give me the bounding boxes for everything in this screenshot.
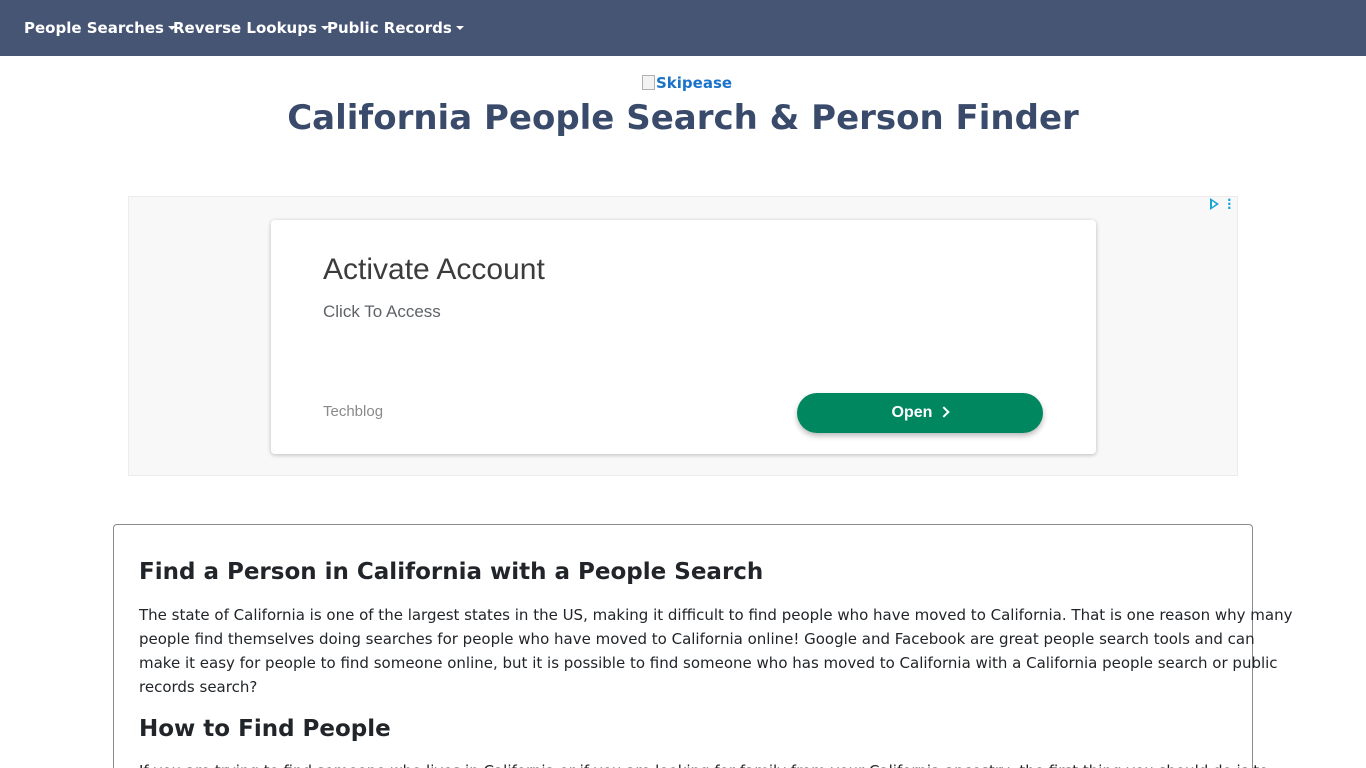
site-logo-link[interactable]: Skipease: [642, 74, 732, 96]
chevron-right-icon: [938, 406, 951, 418]
nav-people-searches[interactable]: People Searches: [24, 0, 176, 56]
paragraph-line: The state of California is one of the la…: [139, 606, 1293, 624]
broken-image-icon: [642, 75, 655, 90]
paragraph-line: records search?: [139, 678, 258, 696]
section-paragraph-find-person: The state of California is one of the la…: [139, 603, 1293, 699]
nav-public-records[interactable]: Public Records: [327, 0, 464, 56]
more-options-icon[interactable]: · · ·: [1227, 194, 1232, 214]
ad-banner: · · · Activate Account Click To Access Tec…: [128, 194, 1238, 476]
nav-people-searches-label: People Searches: [24, 19, 164, 37]
paragraph-line: people find themselves doing searches fo…: [139, 630, 1255, 648]
adchoices-play-icon[interactable]: [1210, 198, 1219, 210]
page-title: California People Search & Person Finder: [287, 98, 1079, 138]
caret-down-icon: [455, 25, 464, 30]
ad-open-button[interactable]: Open: [797, 393, 1043, 433]
nav-reverse-lookups-label: Reverse Lookups: [173, 19, 317, 37]
nav-public-records-label: Public Records: [327, 19, 452, 37]
ad-headline[interactable]: Activate Account: [323, 253, 545, 287]
ad-card[interactable]: Activate Account Click To Access Techblo…: [271, 220, 1096, 454]
paragraph-line: If you are trying to find someone who li…: [139, 759, 1268, 768]
ad-open-label: Open: [891, 404, 933, 421]
ad-description: Click To Access: [323, 302, 441, 321]
logo-alt-text: Skipease: [656, 74, 733, 92]
section-heading-find-person: Find a Person in California with a Peopl…: [139, 559, 764, 585]
section-paragraph-how-to-find: If you are trying to find someone who li…: [139, 759, 1268, 768]
paragraph-line: make it easy for people to find someone …: [139, 654, 1278, 672]
nav-reverse-lookups[interactable]: Reverse Lookups: [173, 0, 329, 56]
ad-advertiser: Techblog: [323, 403, 384, 420]
section-heading-how-to-find: How to Find People: [139, 716, 391, 742]
top-navbar: People Searches Reverse Lookups Public R…: [0, 0, 1366, 56]
article-card: Find a Person in California with a Peopl…: [113, 524, 1293, 768]
